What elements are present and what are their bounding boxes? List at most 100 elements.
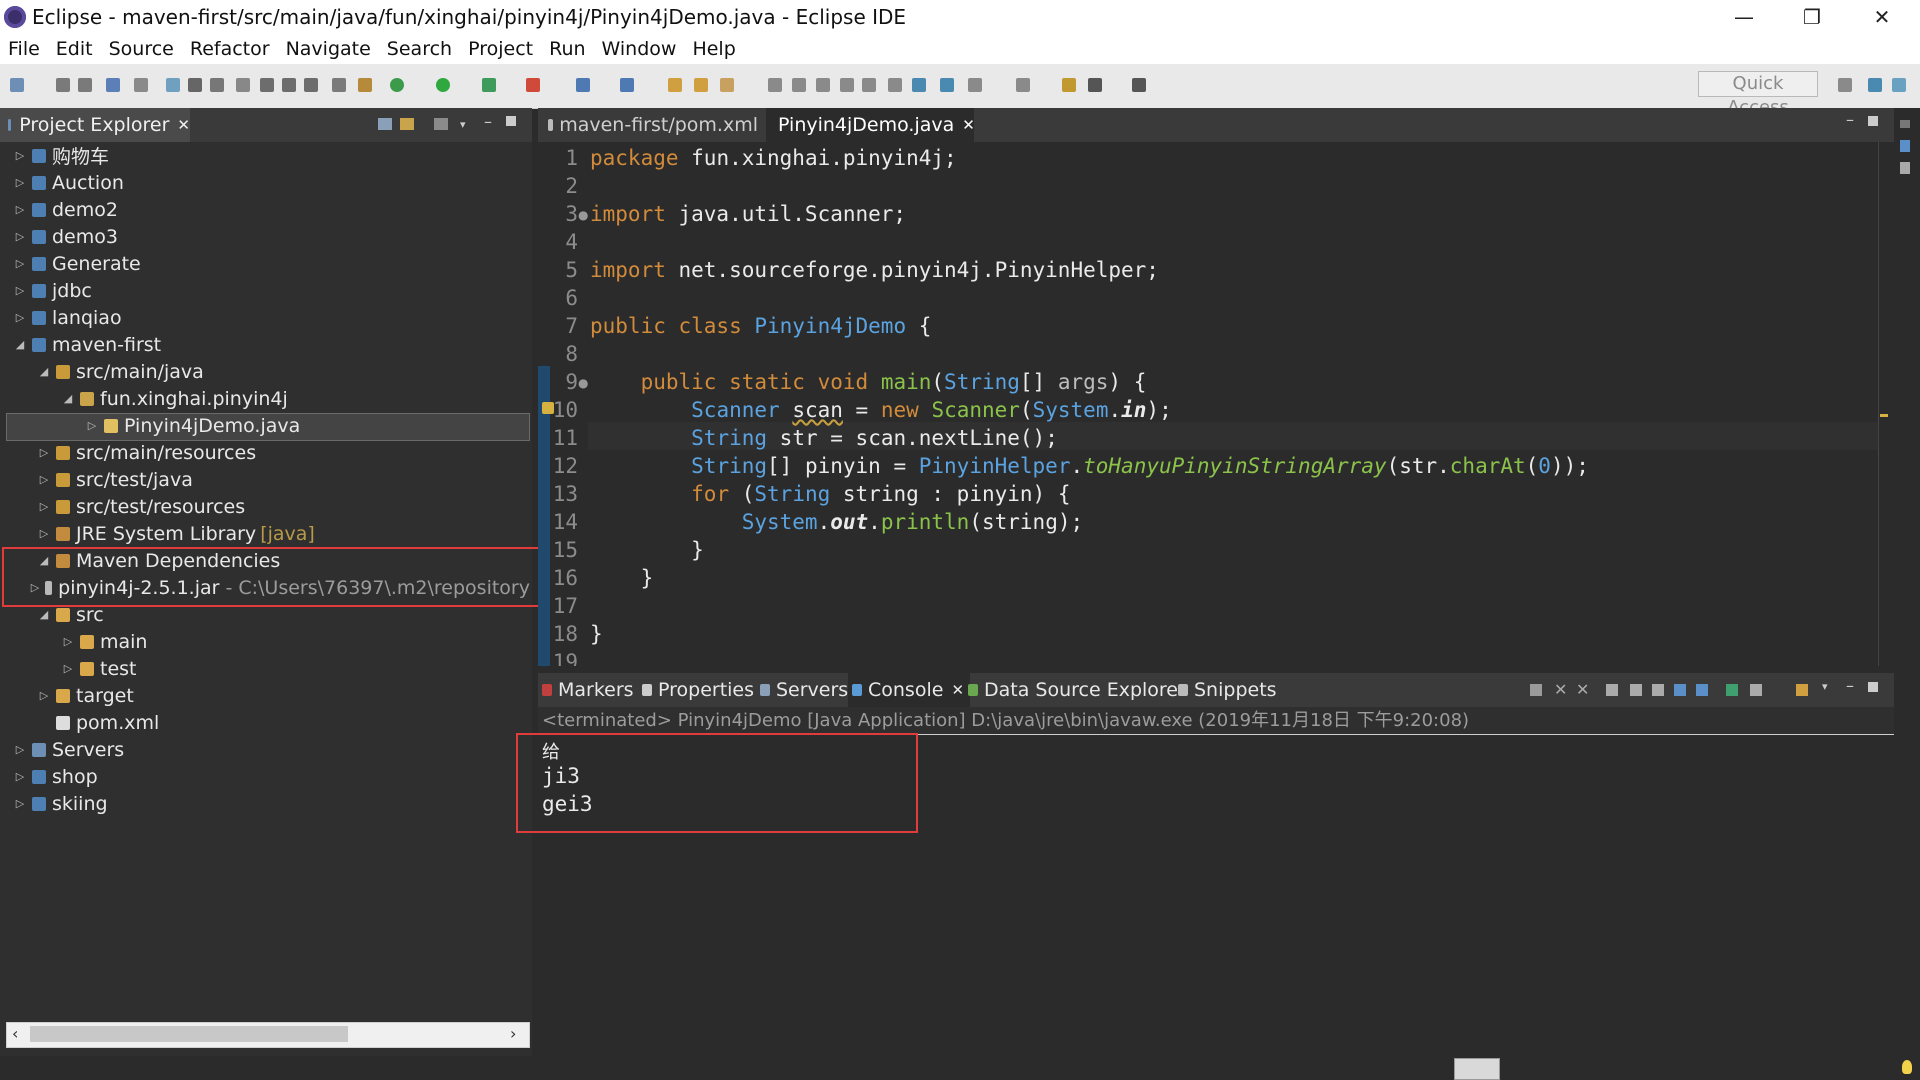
collapse-arrow-icon[interactable]: ◢ [38, 365, 50, 378]
tree-item-pinyin4jdemo-java[interactable]: ▷ Pinyin4jDemo.java [0, 412, 530, 439]
scrollbar-thumb[interactable] [30, 1026, 348, 1042]
tab-project-explorer[interactable]: Project Explorer ✕ [0, 108, 190, 142]
view-menu-icon[interactable]: ▾ [460, 118, 466, 131]
scroll-right-icon[interactable]: › [510, 1024, 516, 1043]
menu-help[interactable]: Help [684, 38, 743, 60]
remove-launch-icon[interactable]: ✕ [1554, 680, 1567, 699]
expand-arrow-icon[interactable]: ▷ [38, 446, 50, 459]
show-whitespace-icon[interactable] [862, 78, 876, 92]
pin-console-icon[interactable] [1726, 684, 1738, 696]
expand-arrow-icon[interactable]: ▷ [62, 662, 74, 675]
view-menu-icon[interactable]: ▾ [1822, 680, 1828, 693]
close-tab-icon[interactable]: ✕ [951, 681, 964, 699]
last-edit-location-icon[interactable] [1062, 78, 1076, 92]
block-selection-icon[interactable] [816, 78, 830, 92]
mark-occurrences-icon[interactable] [792, 78, 806, 92]
back-icon[interactable] [1088, 78, 1102, 92]
menu-window[interactable]: Window [594, 38, 685, 60]
tree-item-src-main-java[interactable]: ◢ src/main/java [0, 358, 530, 385]
remove-all-terminated-icon[interactable]: ✕ [1576, 680, 1589, 699]
expand-arrow-icon[interactable]: ▷ [38, 689, 50, 702]
expand-arrow-icon[interactable]: ▷ [14, 311, 26, 324]
tab-snippets[interactable]: Snippets [1178, 673, 1277, 707]
debug-icon[interactable] [390, 78, 404, 92]
next-annotation-icon[interactable] [968, 78, 982, 92]
outline-icon[interactable] [1900, 140, 1910, 152]
expand-arrow-icon[interactable]: ▷ [14, 743, 26, 756]
clear-console-icon[interactable] [1606, 684, 1618, 696]
tree-item-src-test-java[interactable]: ▷ src/test/java [0, 466, 530, 493]
task-list-icon[interactable] [1900, 162, 1910, 174]
paragraph-icon[interactable] [888, 78, 902, 92]
expand-arrow-icon[interactable]: ▷ [38, 473, 50, 486]
menu-project[interactable]: Project [460, 38, 541, 60]
editor-vertical-scrollbar[interactable] [1878, 142, 1891, 666]
expand-arrow-icon[interactable]: ▷ [14, 797, 26, 810]
external-tools-icon[interactable] [526, 78, 540, 92]
new-java-package-icon[interactable] [620, 78, 634, 92]
expand-arrow-icon[interactable]: ▷ [14, 284, 26, 297]
show-console-on-stderr-icon[interactable] [1696, 684, 1708, 696]
maximize-view-icon[interactable] [1868, 682, 1878, 692]
tree-item-shop[interactable]: ▷ shop [0, 763, 530, 790]
tree-item-demo3[interactable]: ▷ demo3 [0, 223, 530, 250]
tree-item-target[interactable]: ▷ target [0, 682, 530, 709]
open-type-icon[interactable] [668, 78, 682, 92]
collapse-arrow-icon[interactable]: ◢ [62, 392, 74, 405]
skip-breakpoints-icon[interactable] [134, 78, 148, 92]
forward-icon[interactable] [1132, 78, 1146, 92]
step-over-icon[interactable] [282, 78, 296, 92]
resume-icon[interactable] [166, 78, 180, 92]
java-ee-perspective-icon[interactable] [1868, 78, 1882, 92]
tab-properties[interactable]: Properties [642, 673, 754, 707]
expand-arrow-icon[interactable]: ▷ [38, 500, 50, 513]
tree-item-skiing[interactable]: ▷ skiing [0, 790, 530, 817]
run-icon[interactable] [436, 78, 450, 92]
globe-icon[interactable] [912, 78, 926, 92]
drop-to-frame-icon[interactable] [332, 78, 346, 92]
menu-source[interactable]: Source [101, 38, 182, 60]
java-perspective-icon[interactable] [1892, 78, 1906, 92]
close-window-button[interactable]: ✕ [1848, 0, 1916, 34]
expand-arrow-icon[interactable]: ▷ [62, 635, 74, 648]
collapse-arrow-icon[interactable]: ◢ [38, 608, 50, 621]
fold-icon[interactable]: ● [578, 208, 588, 222]
save-icon[interactable] [56, 78, 70, 92]
terminate-console-icon[interactable] [1530, 684, 1542, 696]
tree-item-package[interactable]: ◢ fun.xinghai.pinyin4j [0, 385, 530, 412]
web-browser-icon[interactable] [940, 78, 954, 92]
toggle-ant-mark-icon[interactable] [768, 78, 782, 92]
tree-item-jre-system-library[interactable]: ▷ JRE System Library [java] [0, 520, 530, 547]
link-with-editor-icon[interactable] [400, 118, 414, 130]
menu-navigate[interactable]: Navigate [278, 38, 379, 60]
expand-arrow-icon[interactable]: ▷ [86, 419, 98, 432]
overview-warning-marker[interactable] [1880, 414, 1888, 417]
tree-item-servers[interactable]: ▷ Servers [0, 736, 530, 763]
disconnect-icon[interactable] [236, 78, 250, 92]
view-filters-icon[interactable] [434, 118, 448, 130]
tab-pom-xml[interactable]: maven-first/pom.xml [542, 108, 758, 142]
step-into-icon[interactable] [260, 78, 274, 92]
progress-indicator-icon[interactable] [1454, 1058, 1500, 1080]
open-console-icon[interactable] [1796, 684, 1808, 696]
quick-access-field[interactable]: Quick Access [1698, 71, 1818, 118]
menu-file[interactable]: File [0, 38, 48, 60]
minimize-view-icon[interactable]: – [484, 112, 492, 131]
expand-arrow-icon[interactable]: ▷ [14, 257, 26, 270]
tree-item-auction[interactable]: ▷ Auction [0, 169, 530, 196]
open-task-icon[interactable] [694, 78, 708, 92]
print-icon[interactable] [106, 78, 120, 92]
new-java-project-icon[interactable] [576, 78, 590, 92]
menu-search[interactable]: Search [379, 38, 460, 60]
expand-arrow-icon[interactable]: ▷ [14, 149, 26, 162]
suspend-icon[interactable] [188, 78, 202, 92]
expand-arrow-icon[interactable]: ▷ [14, 203, 26, 216]
minimize-view-icon[interactable]: – [1846, 676, 1854, 695]
tab-data-source-explorer[interactable]: Data Source Explorer [968, 673, 1186, 707]
maximize-view-icon[interactable] [506, 116, 516, 126]
tab-markers[interactable]: Markers [542, 673, 634, 707]
tab-pinyin4jdemo-java[interactable]: Pinyin4jDemo.java ✕ [766, 108, 975, 142]
tree-item-pom-xml[interactable]: pom.xml [0, 709, 530, 736]
tab-console[interactable]: Console ✕ [848, 673, 971, 707]
fold-icon[interactable]: ● [578, 376, 588, 390]
